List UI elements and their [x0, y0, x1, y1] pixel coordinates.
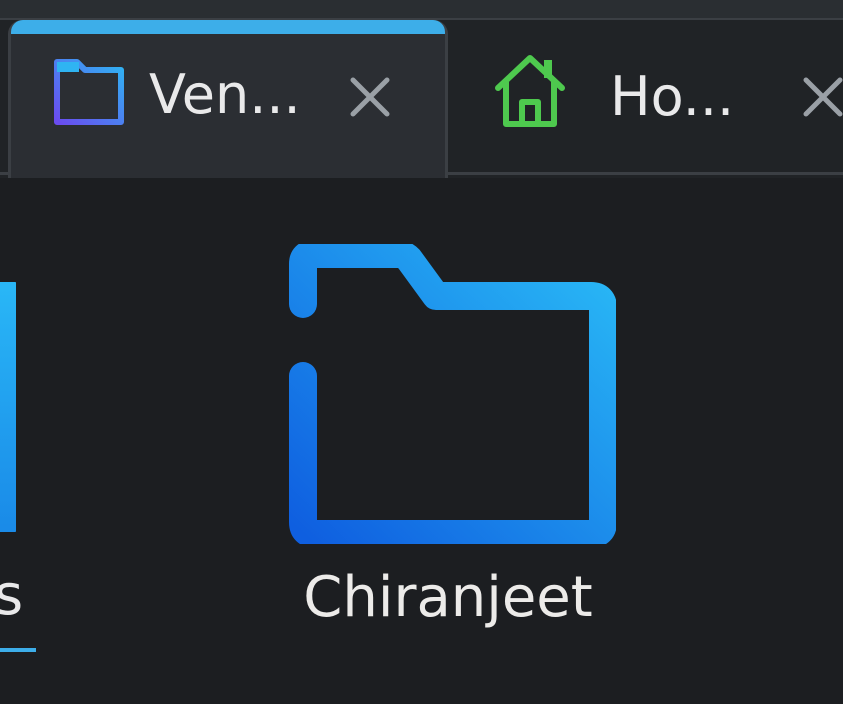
folder-item-chiranjeet[interactable]: Chiranjeet — [270, 238, 630, 658]
folder-item-label: Chiranjeet — [303, 565, 593, 630]
tab-home[interactable]: Ho... — [450, 22, 843, 172]
file-manager-window: Ven... Ho... s Chiranjeet — [0, 0, 843, 704]
home-icon — [495, 55, 565, 127]
close-icon[interactable] — [347, 74, 393, 120]
tab-label: Ven... — [149, 63, 301, 126]
folder-item-label: s — [0, 563, 24, 628]
folder-icon — [289, 244, 616, 544]
tab-label: Ho... — [610, 65, 735, 128]
folder-icon — [54, 59, 124, 125]
folder-view: s Chiranjeet — [0, 178, 843, 704]
selection-underline — [0, 648, 36, 652]
tab-bar: Ven... Ho... — [0, 0, 843, 178]
close-icon[interactable] — [800, 74, 843, 120]
tab-active[interactable]: Ven... — [8, 20, 448, 178]
tab-bar-top-edge — [0, 0, 843, 20]
active-tab-indicator — [11, 20, 445, 34]
folder-icon — [0, 282, 16, 532]
